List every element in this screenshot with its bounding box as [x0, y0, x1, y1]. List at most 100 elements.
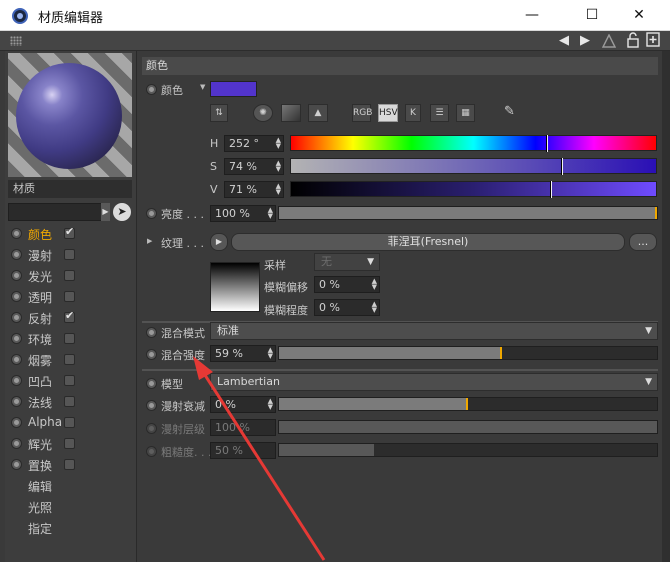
hue-slider[interactable]: [290, 135, 657, 152]
channel-row[interactable]: 置换: [5, 454, 135, 475]
value-slider[interactable]: [290, 181, 657, 198]
spinner-icon[interactable]: ▲ ▼: [372, 301, 377, 314]
mix-mode-anim-radio[interactable]: [146, 327, 157, 338]
close-button[interactable]: ✕: [616, 0, 662, 31]
brightness-marker[interactable]: [655, 207, 657, 219]
saturation-cursor[interactable]: [561, 158, 563, 175]
nav-back-icon[interactable]: ◀: [559, 33, 569, 48]
mix-strength-input[interactable]: 59 % ▲ ▼: [210, 345, 276, 362]
maximize-button[interactable]: ☐: [569, 0, 615, 31]
spinner-icon[interactable]: ▲ ▼: [276, 160, 281, 173]
kelvin-mode-button[interactable]: K: [405, 104, 421, 122]
diffuse-falloff-marker[interactable]: [466, 398, 468, 410]
saturation-slider[interactable]: [290, 158, 657, 175]
channel-label[interactable]: 编辑: [28, 478, 52, 495]
channel-label[interactable]: 法线: [28, 394, 52, 411]
h-input[interactable]: 252 ° ▲ ▼: [224, 135, 284, 152]
channel-anim-radio[interactable]: [11, 438, 22, 449]
rgb-mode-button[interactable]: RGB: [352, 104, 372, 122]
channel-enable-checkbox[interactable]: [64, 333, 75, 344]
mix-strength-slider[interactable]: [278, 346, 658, 360]
channel-anim-radio[interactable]: [11, 354, 22, 365]
channel-anim-radio[interactable]: [11, 228, 22, 239]
channel-row[interactable]: 透明: [5, 286, 135, 307]
channel-label[interactable]: 颜色: [28, 226, 52, 243]
channel-label[interactable]: 反射: [28, 310, 52, 327]
texture-preview[interactable]: [210, 262, 260, 312]
texture-more-button[interactable]: ...: [629, 233, 657, 251]
spinner-icon[interactable]: ▲ ▼: [276, 183, 281, 196]
image-picker-icon[interactable]: ▲: [308, 104, 328, 122]
channel-enable-checkbox[interactable]: [64, 375, 75, 386]
spinner-icon[interactable]: ▲ ▼: [268, 207, 273, 220]
channel-row[interactable]: 指定: [5, 517, 135, 538]
material-name[interactable]: 材质: [8, 180, 132, 198]
diffuse-falloff-slider[interactable]: [278, 397, 658, 411]
channel-anim-radio[interactable]: [11, 333, 22, 344]
channel-enable-checkbox[interactable]: [64, 309, 75, 323]
channel-row[interactable]: 凹凸: [5, 370, 135, 391]
picker-arrow-icon[interactable]: ➤: [113, 203, 131, 221]
eyedropper-icon[interactable]: ✎: [500, 104, 519, 122]
texture-shader-button[interactable]: 菲涅耳(Fresnel): [231, 233, 625, 251]
diffuse-falloff-anim-radio[interactable]: [146, 400, 157, 411]
channel-row[interactable]: 漫射: [5, 244, 135, 265]
channel-anim-radio[interactable]: [11, 459, 22, 470]
texture-expand-icon[interactable]: ▶: [147, 237, 152, 245]
right-scrollbar[interactable]: [662, 51, 670, 562]
channel-row[interactable]: 光照: [5, 496, 135, 517]
channel-anim-radio[interactable]: [11, 396, 22, 407]
channel-row[interactable]: 发光: [5, 265, 135, 286]
channel-row[interactable]: 烟雾: [5, 349, 135, 370]
expand-triangle-icon[interactable]: ▼: [200, 83, 205, 91]
material-search-field[interactable]: [8, 203, 104, 221]
brightness-input[interactable]: 100 % ▲ ▼: [210, 205, 276, 222]
v-input[interactable]: 71 % ▲ ▼: [224, 181, 284, 198]
channel-anim-radio[interactable]: [11, 270, 22, 281]
channel-label[interactable]: 凹凸: [28, 373, 52, 390]
channel-anim-radio[interactable]: [11, 291, 22, 302]
channel-enable-checkbox[interactable]: [64, 225, 75, 239]
material-preview[interactable]: [8, 53, 132, 177]
channel-anim-radio[interactable]: [11, 417, 22, 428]
channel-anim-radio[interactable]: [11, 375, 22, 386]
brightness-anim-radio[interactable]: [146, 208, 157, 219]
minimize-button[interactable]: —: [509, 0, 555, 31]
brightness-slider[interactable]: [278, 206, 658, 220]
diffuse-falloff-input[interactable]: 0 % ▲ ▼: [210, 396, 276, 413]
mix-strength-marker[interactable]: [500, 347, 502, 359]
channel-row[interactable]: 编辑: [5, 475, 135, 496]
channel-row[interactable]: 辉光: [5, 433, 135, 454]
blur-scale-input[interactable]: 0 % ▲ ▼: [314, 299, 380, 316]
channel-label[interactable]: 烟雾: [28, 352, 52, 369]
channel-row[interactable]: 反射: [5, 307, 135, 328]
channel-label[interactable]: 发光: [28, 268, 52, 285]
hsv-mode-button[interactable]: HSV: [378, 104, 398, 122]
lock-icon[interactable]: [626, 32, 640, 49]
mix-strength-anim-radio[interactable]: [146, 349, 157, 360]
new-panel-icon[interactable]: [646, 32, 661, 48]
nav-forward-icon[interactable]: ▶: [580, 33, 590, 48]
channel-enable-checkbox[interactable]: [64, 270, 75, 281]
spinner-icon[interactable]: ▲ ▼: [268, 347, 273, 360]
channel-label[interactable]: 漫射: [28, 247, 52, 264]
color-anim-radio[interactable]: [146, 84, 157, 95]
color-chart-icon[interactable]: ▦: [456, 104, 475, 122]
value-cursor[interactable]: [550, 181, 552, 198]
channel-enable-checkbox[interactable]: [64, 354, 75, 365]
channel-enable-checkbox[interactable]: [64, 459, 75, 470]
channel-enable-checkbox[interactable]: [64, 249, 75, 260]
channel-label[interactable]: 辉光: [28, 436, 52, 453]
blur-offset-input[interactable]: 0 % ▲ ▼: [314, 276, 380, 293]
color-gradient-icon[interactable]: [281, 104, 301, 122]
channel-anim-radio[interactable]: [11, 312, 22, 323]
channel-label[interactable]: 光照: [28, 499, 52, 516]
channel-row[interactable]: Alpha: [5, 412, 135, 433]
channel-row[interactable]: 颜色: [5, 223, 135, 244]
channel-row[interactable]: 环境: [5, 328, 135, 349]
color-spectrum-icon[interactable]: ⇅: [210, 104, 228, 122]
channel-enable-checkbox[interactable]: [64, 291, 75, 302]
channel-row[interactable]: 法线: [5, 391, 135, 412]
channel-label[interactable]: 指定: [28, 520, 52, 537]
channel-anim-radio[interactable]: [11, 249, 22, 260]
